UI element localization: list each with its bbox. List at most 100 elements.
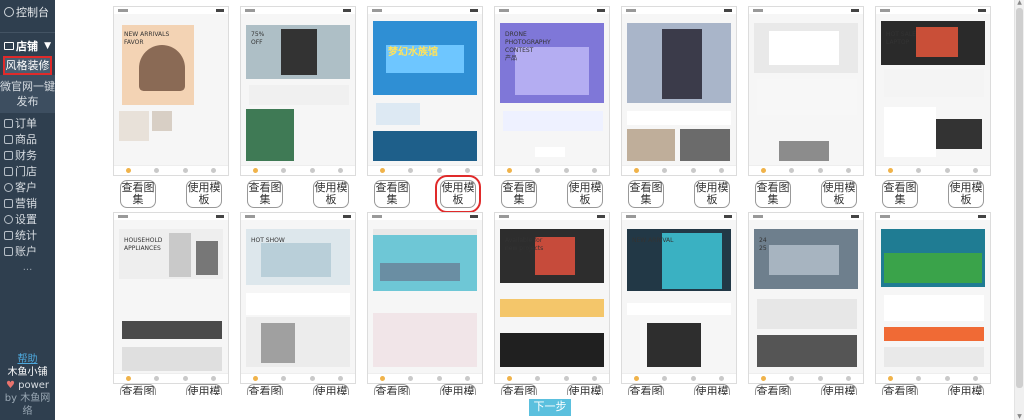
sidebar-item-finance[interactable]: 财务 xyxy=(0,147,55,163)
phone-statusbar xyxy=(622,7,736,14)
template-preview: HOUSEHOLD APPLIANCES xyxy=(114,213,228,383)
view-gallery-button[interactable]: 查看图集 xyxy=(628,384,664,395)
tab-icon xyxy=(817,376,823,381)
tab-icon xyxy=(535,376,541,381)
template-card[interactable]: DRONE PHOTOGRAPHY CONTEST 产品 xyxy=(494,6,610,176)
template-card[interactable]: 24 25 xyxy=(748,212,864,384)
preview-image-block xyxy=(246,109,294,161)
template-card[interactable] xyxy=(875,212,991,384)
use-template-button[interactable]: 使用模板 xyxy=(948,180,984,208)
tab-icon xyxy=(436,376,442,381)
use-template-button[interactable]: 使用模板 xyxy=(313,384,349,395)
use-template-button[interactable]: 使用模板 xyxy=(821,180,857,208)
signal-icon xyxy=(245,215,255,218)
template-preview: 75% OFF xyxy=(241,7,355,175)
phone-tabbar xyxy=(114,165,228,175)
view-gallery-button[interactable]: 查看图集 xyxy=(247,384,283,395)
preview-image-block xyxy=(380,263,460,281)
use-template-button[interactable]: 使用模板 xyxy=(440,384,476,395)
template-card[interactable]: HOT SALE LAPTOP xyxy=(875,6,991,176)
sidebar-item-goods[interactable]: 商品 xyxy=(0,131,55,147)
help-link[interactable]: 帮助 xyxy=(0,353,55,366)
phone-statusbar xyxy=(114,213,228,220)
sidebar-item-customer[interactable]: 客户 xyxy=(0,179,55,195)
goods-icon xyxy=(4,134,13,144)
preview-image-block xyxy=(757,299,857,329)
template-card[interactable]: Available for new projects xyxy=(494,212,610,384)
preview-image-block xyxy=(769,245,839,275)
view-gallery-button[interactable]: 查看图集 xyxy=(501,384,537,395)
tab-icon xyxy=(846,168,852,173)
use-template-button[interactable]: 使用模板 xyxy=(567,180,603,208)
preview-image-block xyxy=(169,233,191,277)
phone-statusbar xyxy=(749,213,863,220)
use-template-button[interactable]: 使用模板 xyxy=(948,384,984,395)
scrollbar[interactable]: ▲ ▼ xyxy=(1014,0,1024,420)
template-card[interactable]: 梦幻水族馆 xyxy=(367,6,483,176)
view-gallery-button[interactable]: 查看图集 xyxy=(247,180,283,208)
template-card[interactable] xyxy=(367,212,483,384)
battery-icon xyxy=(724,9,732,12)
scroll-up-icon[interactable]: ▲ xyxy=(1016,0,1023,6)
sidebar-dashboard[interactable]: 控制台 xyxy=(0,0,55,24)
tab-icon xyxy=(252,168,258,173)
battery-icon xyxy=(978,9,986,12)
view-gallery-button[interactable]: 查看图集 xyxy=(374,180,410,208)
power-text: power xyxy=(18,380,50,391)
sidebar-item-store[interactable]: 门店 xyxy=(0,163,55,179)
view-gallery-button[interactable]: 查看图集 xyxy=(120,180,156,208)
use-template-button[interactable]: 使用模板 xyxy=(567,384,603,395)
tab-icon xyxy=(506,376,512,381)
template-card[interactable]: NEW ARRIVALS FAVOR xyxy=(113,6,229,176)
use-template-button[interactable]: 使用模板 xyxy=(821,384,857,395)
view-gallery-button[interactable]: 查看图集 xyxy=(755,384,791,395)
tab-icon xyxy=(719,376,725,381)
preview-image-block xyxy=(503,111,603,131)
order-icon xyxy=(4,118,13,128)
sidebar-item-settings[interactable]: 设置 xyxy=(0,211,55,227)
template-card[interactable] xyxy=(748,6,864,176)
scroll-down-icon[interactable]: ▼ xyxy=(1016,414,1023,420)
scrollbar-thumb[interactable] xyxy=(1016,8,1023,388)
view-gallery-button[interactable]: 查看图集 xyxy=(501,180,537,208)
battery-icon xyxy=(978,215,986,218)
template-card[interactable]: HOT SHOW xyxy=(240,212,356,384)
template-card[interactable]: NEW ARRIVAL xyxy=(621,212,737,384)
use-template-button[interactable]: 使用模板 xyxy=(694,384,730,395)
phone-tabbar xyxy=(876,165,990,175)
next-step-button[interactable]: 下一步 xyxy=(529,399,571,416)
sidebar-item-account[interactable]: 账户 xyxy=(0,243,55,259)
phone-statusbar xyxy=(495,213,609,220)
view-gallery-button[interactable]: 查看图集 xyxy=(882,384,918,395)
template-card[interactable]: 75% OFF xyxy=(240,6,356,176)
sidebar-item-micro-site-publish[interactable]: 微官网一键发布 xyxy=(0,75,55,113)
chevron-down-icon: ▼ xyxy=(44,41,51,51)
phone-tabbar xyxy=(876,373,990,383)
sidebar: 控制台 店铺 ▼ 风格装修 微官网一键发布 订单 商品 财务 门店 客户 营销 … xyxy=(0,0,55,420)
view-gallery-button[interactable]: 查看图集 xyxy=(374,384,410,395)
battery-icon xyxy=(597,215,605,218)
template-card[interactable]: HOUSEHOLD APPLIANCES xyxy=(113,212,229,384)
use-template-button[interactable]: 使用模板 xyxy=(186,180,222,208)
sidebar-section-shop[interactable]: 店铺 ▼ xyxy=(0,37,55,55)
use-template-button[interactable]: 使用模板 xyxy=(186,384,222,395)
sidebar-more[interactable]: ... xyxy=(0,263,55,273)
sidebar-item-style-decoration[interactable]: 风格装修 xyxy=(3,56,52,75)
phone-tabbar xyxy=(241,165,355,175)
customer-icon xyxy=(4,182,13,192)
sidebar-item-marketing[interactable]: 营销 xyxy=(0,195,55,211)
use-template-button[interactable]: 使用模板 xyxy=(313,180,349,208)
use-template-button[interactable]: 使用模板 xyxy=(435,175,481,213)
view-gallery-button[interactable]: 查看图集 xyxy=(882,180,918,208)
phone-statusbar xyxy=(114,7,228,14)
template-preview: DRONE PHOTOGRAPHY CONTEST 产品 xyxy=(495,7,609,175)
use-template-button[interactable]: 使用模板 xyxy=(694,180,730,208)
view-gallery-button[interactable]: 查看图集 xyxy=(120,384,156,395)
sidebar-item-label: 财务 xyxy=(15,149,37,162)
template-card[interactable] xyxy=(621,6,737,176)
signal-icon xyxy=(245,9,255,12)
view-gallery-button[interactable]: 查看图集 xyxy=(755,180,791,208)
view-gallery-button[interactable]: 查看图集 xyxy=(628,180,664,208)
sidebar-item-stats[interactable]: 统计 xyxy=(0,227,55,243)
sidebar-item-orders[interactable]: 订单 xyxy=(0,115,55,131)
